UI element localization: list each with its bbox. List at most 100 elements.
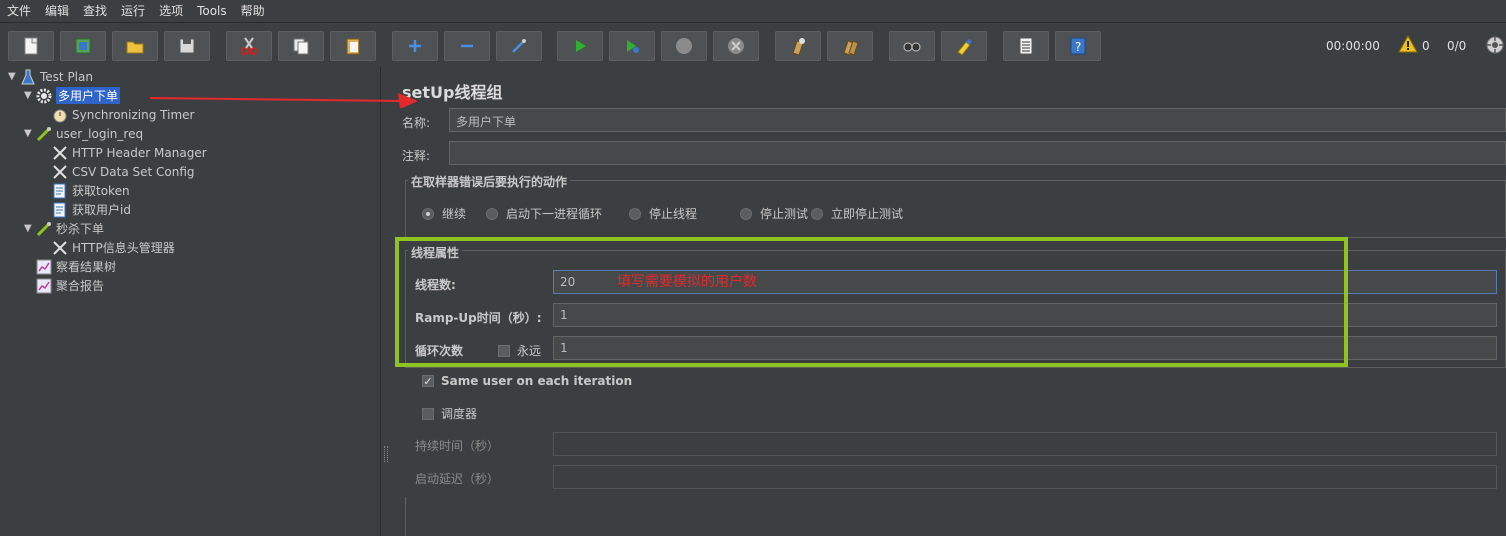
templates-icon	[75, 38, 91, 54]
start-no-pause-icon	[627, 40, 639, 53]
search-button[interactable]	[889, 31, 935, 61]
tree-node[interactable]: 获取用户id	[40, 200, 131, 219]
tree-node[interactable]: CSV Data Set Config	[40, 162, 195, 181]
sampler-icon	[36, 126, 52, 142]
clear-icon	[792, 38, 805, 56]
same-user-checkbox[interactable]: ✓ Same user on each iteration	[422, 374, 632, 388]
error-action-radio[interactable]: 停止测试	[740, 205, 808, 222]
collapse-icon	[461, 44, 473, 48]
delay-label: 启动延迟（秒）	[415, 472, 500, 486]
open-button[interactable]	[112, 31, 158, 61]
expand-arrow-icon[interactable]: ▼	[24, 223, 36, 234]
error-action-radio[interactable]: 继续	[422, 205, 466, 222]
checkmark-icon[interactable]: ✓	[422, 375, 434, 387]
expand-arrow-icon[interactable]: ▼	[24, 128, 36, 139]
tree-node-label: user_login_req	[56, 126, 144, 141]
new-button[interactable]	[8, 31, 54, 61]
start-icon	[576, 40, 586, 52]
shutdown-icon	[728, 38, 744, 54]
tree-node[interactable]: HTTP信息头管理器	[40, 238, 175, 257]
svg-text:?: ?	[1075, 40, 1081, 54]
comment-label: 注释:	[402, 149, 431, 163]
error-action-radio[interactable]: 启动下一进程循环	[486, 205, 602, 222]
copy-button[interactable]	[278, 31, 324, 61]
radio-dot[interactable]	[422, 207, 434, 220]
tree-node[interactable]: ▼ Test Plan	[8, 67, 93, 86]
split-pane-divider[interactable]	[381, 67, 390, 536]
menu-item-0[interactable]: 文件	[0, 2, 38, 19]
tree-node[interactable]: HTTP Header Manager	[40, 143, 207, 162]
save-button[interactable]	[164, 31, 210, 61]
toggle-button[interactable]	[496, 31, 542, 61]
tree-node[interactable]: 获取token	[40, 181, 130, 200]
timer-icon	[52, 107, 68, 123]
globe-icon[interactable]	[1486, 36, 1504, 57]
radio-dot[interactable]	[629, 207, 641, 220]
radio-dot[interactable]	[486, 207, 498, 220]
expand-icon	[409, 40, 421, 52]
menu-item-3[interactable]: 运行	[114, 2, 152, 19]
toolbar: 00:00:00 0 0/0 ?	[0, 22, 1506, 67]
radio-label: 立即停止测试	[831, 207, 904, 221]
clear-all-button[interactable]	[827, 31, 873, 61]
tools-icon	[52, 164, 68, 180]
radio-label: 继续	[442, 207, 467, 221]
tree-node[interactable]: ▼ user_login_req	[24, 124, 143, 143]
menu-item-4[interactable]: 选项	[152, 2, 190, 19]
annotation-text: 填写需要模拟的用户数	[617, 274, 757, 290]
tree-node-label: 察看结果树	[56, 260, 117, 274]
expand-button[interactable]	[392, 31, 438, 61]
cut-button[interactable]	[226, 31, 272, 61]
duration-input[interactable]	[553, 432, 1497, 456]
scheduler-checkbox[interactable]: 调度器	[422, 405, 477, 422]
scheduler-checkbox-box[interactable]	[422, 407, 434, 420]
start-no-pause-button[interactable]	[609, 31, 655, 61]
expand-arrow-icon[interactable]: ▼	[24, 90, 36, 101]
warning-icon[interactable]	[1398, 34, 1418, 56]
shutdown-button[interactable]	[713, 31, 759, 61]
radio-dot[interactable]	[740, 207, 752, 220]
tree-node-label: Synchronizing Timer	[72, 107, 195, 122]
clear-button[interactable]	[775, 31, 821, 61]
tree-node-label: 聚合报告	[56, 279, 105, 293]
warning-count: 0	[1422, 39, 1430, 53]
templates-button[interactable]	[60, 31, 106, 61]
paste-button[interactable]	[330, 31, 376, 61]
tree-node[interactable]: ▼ 秒杀下单	[24, 219, 104, 238]
splitter-grip[interactable]	[384, 446, 388, 462]
duration-label: 持续时间（秒）	[415, 439, 500, 453]
menu-item-1[interactable]: 编辑	[38, 2, 76, 19]
new-icon	[24, 37, 38, 55]
sampler-icon	[36, 221, 52, 237]
tree-node[interactable]: 察看结果树	[24, 257, 116, 276]
menu-item-2[interactable]: 查找	[76, 2, 114, 19]
tree-node[interactable]: ▼ 多用户下单	[24, 86, 121, 105]
error-action-radio[interactable]: 停止线程	[629, 205, 697, 222]
start-button[interactable]	[557, 31, 603, 61]
stop-button[interactable]	[661, 31, 707, 61]
menu-item-5[interactable]: Tools	[190, 4, 234, 18]
toggle-icon	[512, 39, 526, 53]
function-helper-button[interactable]	[1003, 31, 1049, 61]
radio-dot[interactable]	[811, 207, 823, 220]
save-icon	[179, 38, 195, 54]
reset-search-button[interactable]	[941, 31, 987, 61]
reset-search-icon	[957, 39, 972, 56]
listener-icon	[36, 278, 52, 294]
extractor-icon	[52, 183, 68, 199]
comment-field[interactable]	[449, 141, 1506, 165]
menu-item-6[interactable]: 帮助	[234, 2, 272, 19]
help-button[interactable]: ?	[1055, 31, 1101, 61]
tree-node-label: HTTP信息头管理器	[72, 241, 175, 255]
paste-icon	[346, 38, 360, 55]
expand-arrow-icon[interactable]: ▼	[8, 71, 20, 82]
panel-border	[405, 497, 406, 536]
listener-icon	[36, 259, 52, 275]
tree-node[interactable]: 聚合报告	[24, 276, 104, 295]
name-field[interactable]: 多用户下单	[449, 108, 1506, 132]
delay-input[interactable]	[553, 465, 1497, 489]
collapse-button[interactable]	[444, 31, 490, 61]
error-action-radio[interactable]: 立即停止测试	[811, 205, 903, 222]
test-plan-tree[interactable]: ▼ Test Plan ▼ 多用户下单 Synchronizing Timer ▼ user…	[0, 67, 381, 536]
tree-node-label: 秒杀下单	[56, 222, 105, 236]
